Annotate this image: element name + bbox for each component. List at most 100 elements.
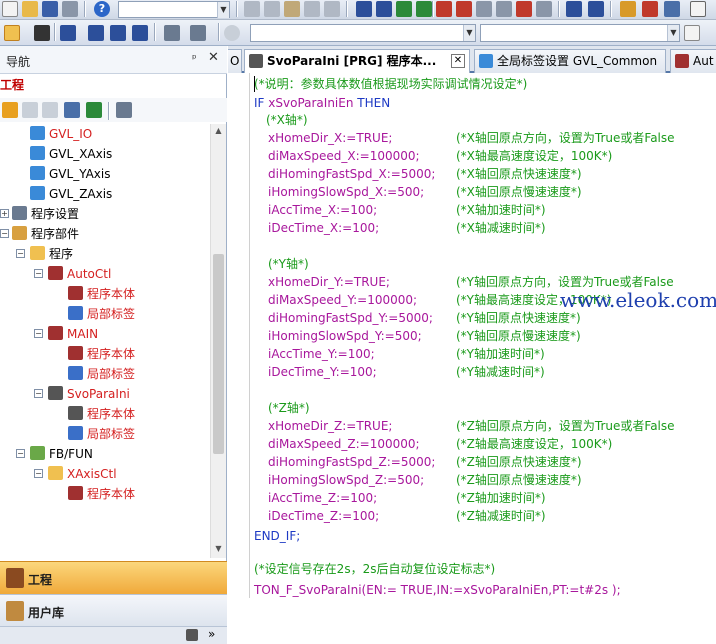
user-icon[interactable]	[664, 1, 680, 17]
device-icon-1[interactable]	[88, 25, 104, 41]
tree-item-program-parts[interactable]: 程序部件	[12, 224, 79, 244]
scroll-down-icon[interactable]: ▼	[213, 544, 224, 553]
collapse-toggle[interactable]: −	[0, 229, 9, 238]
layout-icon[interactable]	[34, 25, 50, 41]
device-online-icon[interactable]	[566, 1, 582, 17]
device-offline-icon[interactable]	[588, 1, 604, 17]
tree-item-gvl-io[interactable]: GVL_IO	[30, 124, 92, 144]
tree-item-gvl-zaxis[interactable]: GVL_ZAxis	[30, 184, 112, 204]
stop-icon[interactable]	[516, 1, 532, 17]
device-write-icon[interactable]	[376, 1, 392, 17]
tree-item-program-body[interactable]: 程序本体	[68, 484, 135, 504]
tab-gvl-common[interactable]: 全局标签设置 GVL_Common	[474, 49, 666, 73]
tab-autoctl[interactable]: Aut	[670, 49, 716, 73]
redo-icon[interactable]	[324, 1, 340, 17]
more-icon[interactable]: »	[208, 627, 215, 641]
scrollbar-thumb[interactable]	[213, 254, 224, 454]
open-folder-icon[interactable]	[22, 1, 38, 17]
tab-overflow[interactable]: O	[228, 49, 242, 73]
project-view-icon[interactable]	[4, 25, 20, 41]
user-library-button-label: 用户库	[28, 606, 65, 620]
project-label: 工程	[0, 78, 25, 92]
search-icon[interactable]	[496, 1, 512, 17]
tree-item-program[interactable]: 程序	[30, 244, 73, 264]
device-read-icon[interactable]	[356, 1, 372, 17]
window-icon[interactable]	[690, 1, 706, 17]
refresh-icon[interactable]	[86, 102, 102, 118]
tree-item-fbfun[interactable]: FB/FUN	[30, 444, 93, 464]
message-icon[interactable]	[642, 1, 658, 17]
print-icon[interactable]	[62, 1, 78, 17]
tree-item-main[interactable]: MAIN	[48, 324, 98, 344]
flag-icon[interactable]	[620, 1, 636, 17]
device-icon-3[interactable]	[132, 25, 148, 41]
tree-item-program-settings[interactable]: 程序设置	[12, 204, 79, 224]
user-library-button[interactable]: 用户库	[0, 594, 227, 626]
tree-item-local-tags[interactable]: 局部标签	[68, 424, 135, 444]
new-item-icon[interactable]	[2, 102, 18, 118]
tree-item-label: 局部标签	[87, 427, 136, 441]
collapse-toggle[interactable]: −	[16, 249, 25, 258]
copy-icon[interactable]	[264, 1, 280, 17]
device-verify-icon[interactable]	[396, 1, 412, 17]
document-icon[interactable]	[684, 25, 700, 41]
close-icon[interactable]: ✕	[208, 50, 219, 65]
download-icon[interactable]	[456, 1, 472, 17]
tree-item-xaxisctl[interactable]: XAxisCtl	[48, 464, 117, 484]
properties-icon[interactable]	[64, 102, 80, 118]
collapse-toggle[interactable]: −	[16, 449, 25, 458]
project-button[interactable]: 工程	[0, 561, 227, 594]
tree-item-gvl-xaxis[interactable]: GVL_XAxis	[30, 144, 112, 164]
device-icon-2[interactable]	[110, 25, 126, 41]
tab-label: O	[230, 54, 240, 68]
undo-icon[interactable]	[304, 1, 320, 17]
toolbar-combo-2[interactable]: ▼	[250, 24, 476, 42]
tree-item-program-body[interactable]: 程序本体	[68, 404, 135, 424]
list-icon[interactable]	[60, 25, 76, 41]
paste-icon[interactable]	[42, 102, 58, 118]
monitor-icon[interactable]	[476, 1, 492, 17]
question-icon[interactable]	[224, 25, 240, 41]
st-program-icon	[48, 386, 63, 400]
tree-item-svoparaini[interactable]: SvoParaIni	[48, 384, 130, 404]
code-editor[interactable]: (*说明：参数具体数值根据现场实际调试情况设定*) IF xSvoParaIni…	[228, 73, 716, 598]
run-icon[interactable]	[536, 1, 552, 17]
copy-icon[interactable]	[22, 102, 38, 118]
cut-icon[interactable]	[244, 1, 260, 17]
collapse-toggle[interactable]: −	[34, 469, 43, 478]
toolbar-combo-3[interactable]: ▼	[480, 24, 680, 42]
expand-toggle[interactable]: +	[0, 209, 9, 218]
upload-icon[interactable]	[436, 1, 452, 17]
tree-item-local-tags[interactable]: 局部标签	[68, 304, 135, 324]
tree-item-gvl-yaxis[interactable]: GVL_YAxis	[30, 164, 111, 184]
collapse-toggle[interactable]: −	[34, 269, 43, 278]
save-icon[interactable]	[42, 1, 58, 17]
tree-item-autoctl[interactable]: AutoCtl	[48, 264, 111, 284]
chevron-down-icon[interactable]: ▼	[667, 25, 679, 41]
tree-item-program-body[interactable]: 程序本体	[68, 344, 135, 364]
chevron-down-icon[interactable]: ▼	[463, 25, 475, 41]
close-icon[interactable]: ✕	[451, 54, 465, 68]
tree-item-local-tags[interactable]: 局部标签	[68, 364, 135, 384]
filter-icon[interactable]	[190, 25, 206, 41]
pin-icon[interactable]: ᵖ	[192, 52, 197, 65]
scroll-up-icon[interactable]: ▲	[213, 126, 224, 135]
collapse-toggle[interactable]: −	[34, 329, 43, 338]
tree-item-program-body[interactable]: 程序本体	[68, 284, 135, 304]
navigator-toolbar	[0, 98, 227, 122]
tab-svoparaini[interactable]: SvoParaIni [PRG] 程序本... ✕	[244, 49, 470, 73]
paste-icon[interactable]	[284, 1, 300, 17]
help-icon[interactable]: ?	[94, 1, 110, 17]
toolbar-combo-1[interactable]: ▼	[118, 1, 230, 18]
device-compare-icon[interactable]	[416, 1, 432, 17]
sort-icon[interactable]	[116, 102, 132, 118]
navigator-panel: 导航 ᵖ ✕ 工程 GVL_IO GVL_XAxis GVL_YAxis GVL…	[0, 46, 227, 644]
collapse-toggle[interactable]: −	[34, 389, 43, 398]
editor-tab-bar: O SvoParaIni [PRG] 程序本... ✕ 全局标签设置 GVL_C…	[228, 46, 716, 73]
chevron-down-icon[interactable]: ▼	[217, 2, 229, 18]
configure-icon[interactable]	[186, 629, 198, 641]
tree-scrollbar[interactable]: ▲ ▼	[210, 124, 226, 558]
new-file-icon[interactable]	[2, 1, 18, 17]
code-statement: diMaxSpeed_X:=100000;	[268, 149, 420, 163]
watch-icon[interactable]	[164, 25, 180, 41]
